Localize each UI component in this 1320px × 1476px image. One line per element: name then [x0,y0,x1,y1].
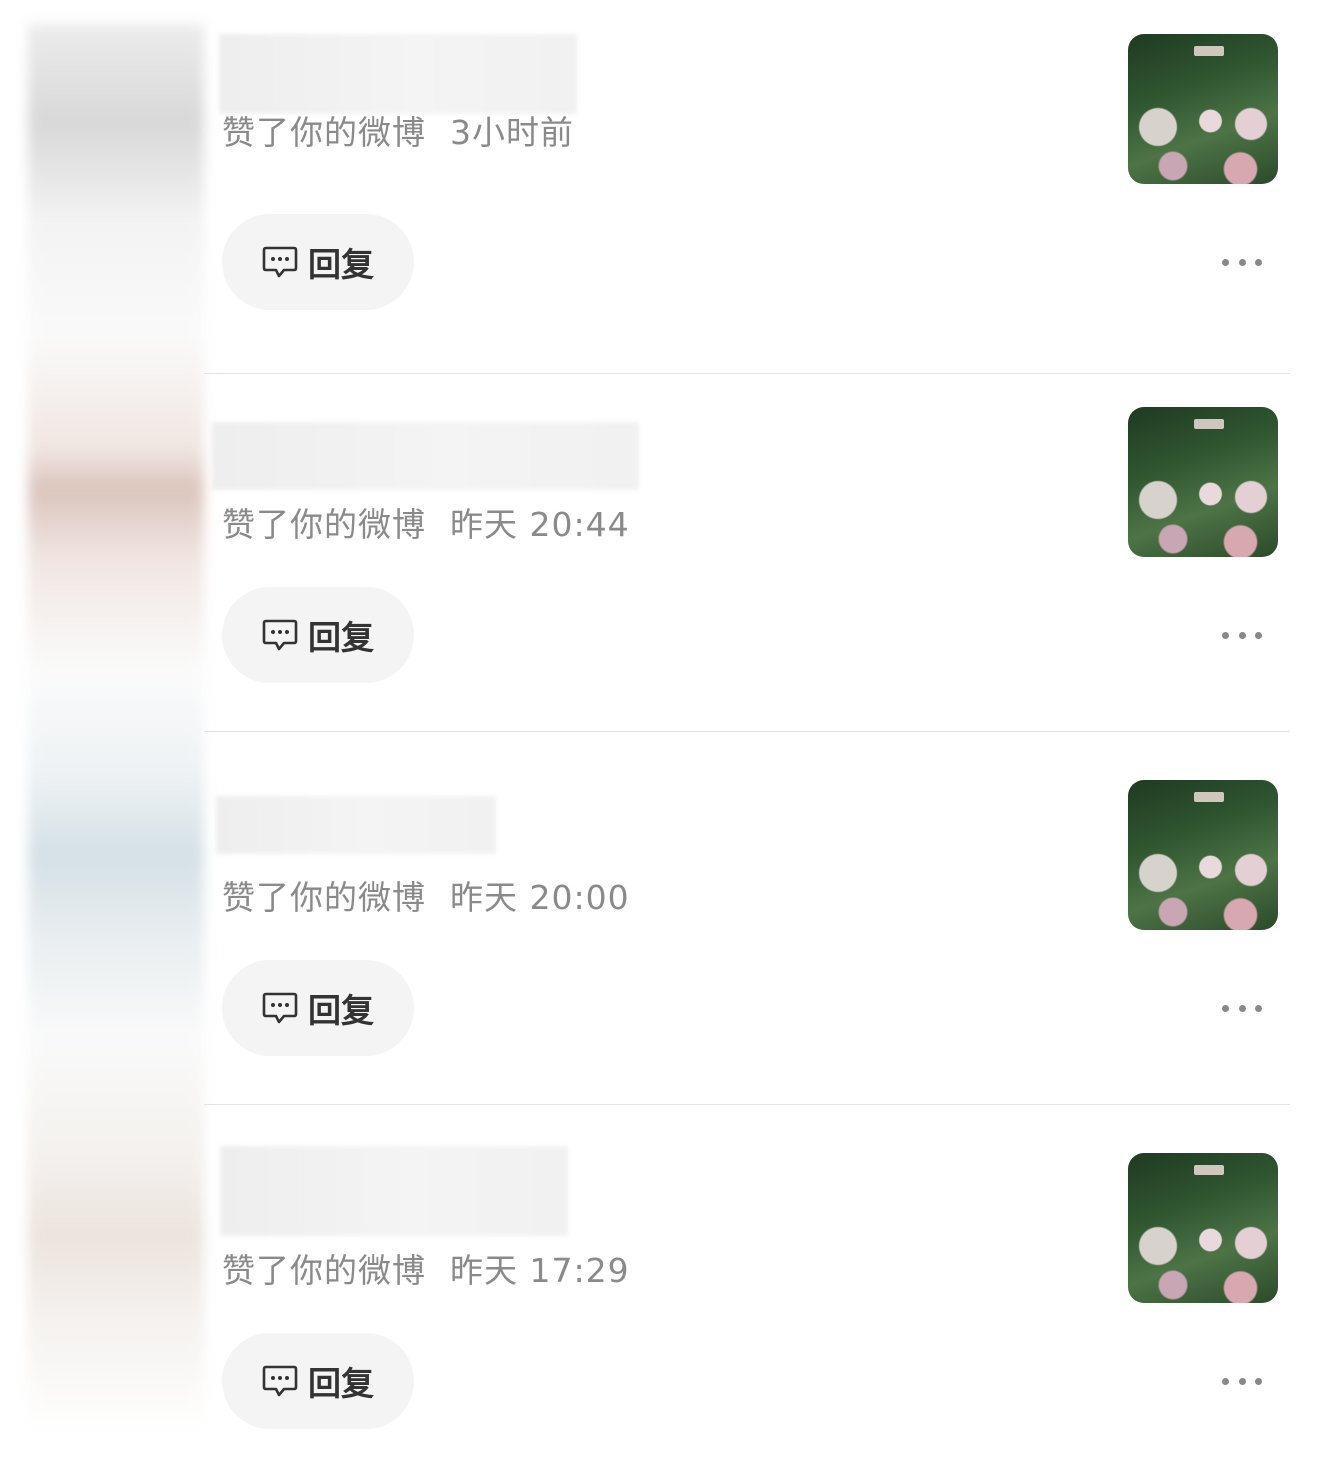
comment-bubble-icon [262,246,298,278]
weibo-thumbnail[interactable] [1128,34,1278,184]
reply-label: 回复 [308,618,374,657]
more-dots-icon[interactable] [1222,238,1262,286]
notification-item[interactable]: 赞了你的微博 昨天 20:44 回复 [204,358,1290,732]
weibo-thumbnail[interactable] [1128,407,1278,557]
reply-label: 回复 [308,1364,374,1403]
blurred-username [212,422,639,490]
reply-button[interactable]: 回复 [222,960,414,1056]
notification-item[interactable]: 赞了你的微博 昨天 17:29 回复 [204,1104,1290,1476]
notification-time: 昨天 20:00 [450,878,630,917]
blurred-username [219,34,577,114]
notification-meta: 赞了你的微博 昨天 20:00 [222,871,630,919]
notification-meta: 赞了你的微博 昨天 20:44 [222,498,630,546]
notification-item[interactable]: 赞了你的微博 3小时前 回复 [204,0,1290,374]
blurred-username [216,796,496,854]
notification-time: 昨天 20:44 [450,505,630,544]
weibo-thumbnail[interactable] [1128,780,1278,930]
notification-action: 赞了你的微博 [222,113,426,152]
reply-label: 回复 [308,245,374,284]
notification-meta: 赞了你的微博 昨天 17:29 [222,1244,630,1292]
reply-button[interactable]: 回复 [222,1333,414,1429]
reply-label: 回复 [308,991,374,1030]
more-dots-icon[interactable] [1222,1357,1262,1405]
notification-action: 赞了你的微博 [222,1251,426,1290]
comment-bubble-icon [262,1365,298,1397]
blurred-username [220,1146,568,1236]
blurred-avatars [28,24,204,1434]
notification-action: 赞了你的微博 [222,878,426,917]
notification-action: 赞了你的微博 [222,505,426,544]
reply-button[interactable]: 回复 [222,214,414,310]
notification-time: 昨天 17:29 [450,1251,630,1290]
reply-button[interactable]: 回复 [222,587,414,683]
comment-bubble-icon [262,619,298,651]
notification-meta: 赞了你的微博 3小时前 [222,106,574,154]
notification-time: 3小时前 [450,113,574,152]
weibo-thumbnail[interactable] [1128,1153,1278,1303]
more-dots-icon[interactable] [1222,611,1262,659]
more-dots-icon[interactable] [1222,984,1262,1032]
comment-bubble-icon [262,992,298,1024]
notification-item[interactable]: 赞了你的微博 昨天 20:00 回复 [204,731,1290,1105]
